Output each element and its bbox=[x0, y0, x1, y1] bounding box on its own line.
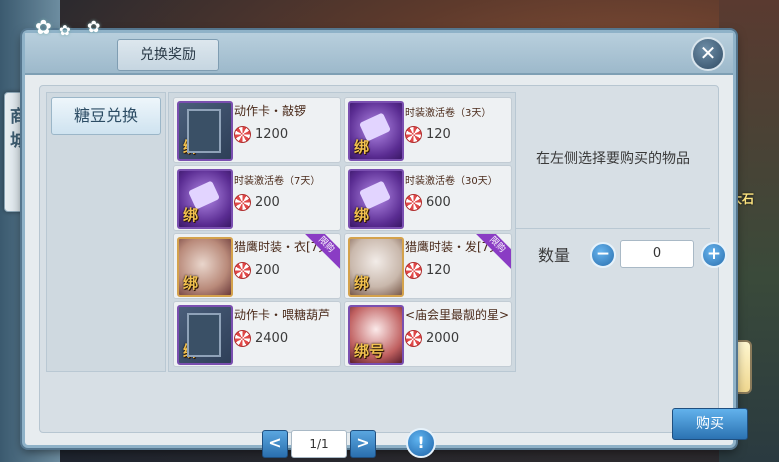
item-price: 120 bbox=[426, 127, 451, 142]
chevron-left-icon: < bbox=[268, 433, 282, 452]
item-card[interactable]: 绑 时装激活卷（7天） 200 bbox=[173, 165, 341, 231]
category-candy-exchange[interactable]: 糖豆兑换 bbox=[51, 97, 161, 135]
bind-mark: 绑号 bbox=[354, 342, 385, 360]
bind-mark: 绑 bbox=[183, 138, 199, 156]
item-grid: 绑 动作卡・敲锣 1200 绑 时装激活卷（3天） 120 绑 时装激活卷（7天… bbox=[168, 92, 516, 372]
item-price: 2000 bbox=[426, 331, 460, 346]
info-button[interactable]: ! bbox=[406, 428, 436, 458]
dialog-title-tab: 兑换奖励 bbox=[117, 39, 219, 71]
candy-icon bbox=[405, 330, 422, 347]
item-name: 动作卡・敲锣 bbox=[234, 104, 307, 118]
item-price: 2400 bbox=[255, 331, 289, 346]
candy-icon bbox=[405, 262, 422, 279]
item-price: 120 bbox=[426, 263, 451, 278]
item-price-row: 200 bbox=[234, 260, 280, 279]
divider bbox=[516, 228, 710, 229]
plum-blossom-icon: ✿ bbox=[87, 17, 101, 36]
page-indicator: 1/1 bbox=[291, 430, 347, 458]
item-name: 时装激活卷（30天） bbox=[405, 176, 498, 187]
quantity-label: 数量 bbox=[538, 246, 571, 265]
quantity-decrease-button[interactable]: − bbox=[590, 242, 616, 268]
item-card[interactable]: 绑 时装激活卷（3天） 120 bbox=[344, 97, 512, 163]
bind-mark: 绑 bbox=[183, 206, 199, 224]
bind-mark: 绑 bbox=[354, 206, 370, 224]
item-card[interactable]: 绑 动作卡・喂糖葫芦 2400 bbox=[173, 301, 341, 367]
plus-icon: + bbox=[706, 244, 722, 264]
category-list: 糖豆兑换 bbox=[46, 92, 166, 372]
item-price: 200 bbox=[255, 195, 280, 210]
item-card[interactable]: 绑 时装激活卷（30天） 600 bbox=[344, 165, 512, 231]
candy-icon bbox=[234, 126, 251, 143]
buy-button[interactable]: 购买 bbox=[672, 408, 748, 440]
item-price-row: 200 bbox=[234, 192, 280, 211]
bind-mark: 绑 bbox=[183, 342, 199, 360]
item-name: <庙会里最靓的星> bbox=[405, 308, 510, 322]
item-name: 时装激活卷（7天） bbox=[234, 176, 321, 187]
item-price: 200 bbox=[255, 263, 280, 278]
outfit-icon: 绑 bbox=[177, 237, 233, 297]
dialog-content: 糖豆兑换 绑 动作卡・敲锣 1200 绑 时装激活卷（3天） 120 绑 时装激… bbox=[39, 85, 748, 458]
book-icon: 绑 bbox=[177, 305, 233, 365]
candy-icon bbox=[234, 262, 251, 279]
exchange-dialog: ✿ ✿ ✿ 兑换奖励 ✕ 糖豆兑换 绑 动作卡・敲锣 1200 绑 时装激活卷（… bbox=[22, 15, 748, 458]
chevron-right-icon: > bbox=[356, 433, 370, 452]
item-price-row: 2000 bbox=[405, 328, 460, 347]
item-price-row: 600 bbox=[405, 192, 451, 211]
selection-hint: 在左侧选择要购买的物品 bbox=[536, 151, 690, 167]
bind-mark: 绑 bbox=[183, 274, 199, 292]
quantity-increase-button[interactable]: + bbox=[701, 242, 727, 268]
item-price-row: 2400 bbox=[234, 328, 289, 347]
hair-icon: 绑 bbox=[348, 237, 404, 297]
plum-blossom-icon: ✿ bbox=[59, 23, 71, 39]
dialog-title-bar: ✿ ✿ ✿ 兑换奖励 ✕ bbox=[25, 15, 733, 75]
book-icon: 绑 bbox=[177, 101, 233, 161]
item-name: 动作卡・喂糖葫芦 bbox=[234, 308, 331, 322]
candy-icon bbox=[234, 194, 251, 211]
item-price-row: 120 bbox=[405, 260, 451, 279]
candy-icon bbox=[234, 330, 251, 347]
fashion-scroll-icon: 绑 bbox=[348, 101, 404, 161]
plum-blossom-icon: ✿ bbox=[35, 15, 52, 39]
dialog-title: 兑换奖励 bbox=[140, 47, 196, 63]
page-next-button[interactable]: > bbox=[350, 430, 376, 458]
item-card[interactable]: 绑号 <庙会里最靓的星> 2000 bbox=[344, 301, 512, 367]
fashion-scroll-icon: 绑 bbox=[177, 169, 233, 229]
item-card[interactable]: 绑 猎鹰时装・衣[7天 200 限购 bbox=[173, 233, 341, 299]
close-icon: ✕ bbox=[699, 41, 717, 65]
candy-icon bbox=[405, 126, 422, 143]
item-card[interactable]: 绑 动作卡・敲锣 1200 bbox=[173, 97, 341, 163]
item-price: 1200 bbox=[255, 127, 289, 142]
item-card[interactable]: 绑 猎鹰时装・发[7天 120 限购 bbox=[344, 233, 512, 299]
item-name: 时装激活卷（3天） bbox=[405, 108, 492, 119]
quantity-input[interactable]: 0 bbox=[620, 240, 694, 268]
title-icon: 绑号 bbox=[348, 305, 404, 365]
candy-icon bbox=[405, 194, 422, 211]
close-button[interactable]: ✕ bbox=[691, 37, 725, 71]
item-price-row: 120 bbox=[405, 124, 451, 143]
item-price-row: 1200 bbox=[234, 124, 289, 143]
item-price: 600 bbox=[426, 195, 451, 210]
fashion-scroll-icon: 绑 bbox=[348, 169, 404, 229]
bind-mark: 绑 bbox=[354, 274, 370, 292]
bind-mark: 绑 bbox=[354, 138, 370, 156]
minus-icon: − bbox=[595, 244, 611, 264]
purchase-panel: 在左侧选择要购买的物品 数量 − 0 + 购买 bbox=[516, 92, 748, 440]
info-icon: ! bbox=[417, 433, 425, 452]
page-prev-button[interactable]: < bbox=[262, 430, 288, 458]
